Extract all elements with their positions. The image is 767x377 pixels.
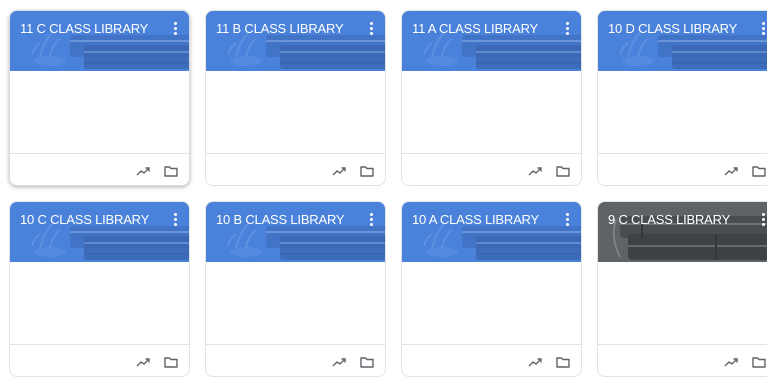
trending-up-icon[interactable] [331,163,347,179]
class-title[interactable]: 11 B CLASS LIBRARY [216,21,359,36]
class-card-footer [598,153,767,185]
folder-icon[interactable] [359,163,375,179]
class-title[interactable]: 10 A CLASS LIBRARY [412,212,555,227]
class-card[interactable]: 10 D CLASS LIBRARY [597,10,767,186]
class-card-header[interactable]: 10 C CLASS LIBRARY [10,202,189,262]
folder-icon[interactable] [751,163,767,179]
books-banner-image [402,11,581,71]
class-card[interactable]: 9 C CLASS LIBRARY [597,201,767,377]
books-banner-image [598,202,767,262]
folder-icon[interactable] [163,354,179,370]
trending-up-icon[interactable] [527,163,543,179]
class-card-header[interactable]: 10 A CLASS LIBRARY [402,202,581,262]
class-card-header[interactable]: 10 B CLASS LIBRARY [206,202,385,262]
class-card-header[interactable]: 10 D CLASS LIBRARY [598,11,767,71]
books-banner-image [402,202,581,262]
class-card[interactable]: 10 A CLASS LIBRARY [401,201,582,377]
class-card-header[interactable]: 9 C CLASS LIBRARY [598,202,767,262]
class-card-footer [402,153,581,185]
folder-icon[interactable] [555,354,571,370]
class-card[interactable]: 10 B CLASS LIBRARY [205,201,386,377]
trending-up-icon[interactable] [331,354,347,370]
books-banner-image [598,11,767,71]
class-title[interactable]: 10 C CLASS LIBRARY [20,212,163,227]
class-card-footer [402,344,581,376]
books-banner-image [206,202,385,262]
class-card-header[interactable]: 11 B CLASS LIBRARY [206,11,385,71]
trending-up-icon[interactable] [723,163,739,179]
class-card-footer [10,344,189,376]
books-banner-image [10,202,189,262]
trending-up-icon[interactable] [723,354,739,370]
class-card-footer [598,344,767,376]
more-vert-icon[interactable] [755,210,767,228]
class-card-footer [206,344,385,376]
class-title[interactable]: 11 C CLASS LIBRARY [20,21,163,36]
more-vert-icon[interactable] [559,210,575,228]
class-card[interactable]: 11 A CLASS LIBRARY [401,10,582,186]
more-vert-icon[interactable] [559,19,575,37]
books-banner-image [206,11,385,71]
folder-icon[interactable] [359,354,375,370]
more-vert-icon[interactable] [363,210,379,228]
class-card[interactable]: 11 B CLASS LIBRARY [205,10,386,186]
trending-up-icon[interactable] [527,354,543,370]
folder-icon[interactable] [163,163,179,179]
class-title[interactable]: 10 B CLASS LIBRARY [216,212,359,227]
class-card[interactable]: 10 C CLASS LIBRARY [9,201,190,377]
class-title[interactable]: 9 C CLASS LIBRARY [608,212,751,227]
folder-icon[interactable] [751,354,767,370]
class-title[interactable]: 10 D CLASS LIBRARY [608,21,751,36]
more-vert-icon[interactable] [755,19,767,37]
more-vert-icon[interactable] [167,19,183,37]
trending-up-icon[interactable] [135,354,151,370]
class-card[interactable]: 11 C CLASS LIBRARY [9,10,190,186]
more-vert-icon[interactable] [363,19,379,37]
class-card-footer [10,153,189,185]
books-banner-image [10,11,189,71]
class-card-header[interactable]: 11 A CLASS LIBRARY [402,11,581,71]
more-vert-icon[interactable] [167,210,183,228]
class-title[interactable]: 11 A CLASS LIBRARY [412,21,555,36]
folder-icon[interactable] [555,163,571,179]
trending-up-icon[interactable] [135,163,151,179]
class-card-footer [206,153,385,185]
class-card-header[interactable]: 11 C CLASS LIBRARY [10,11,189,71]
